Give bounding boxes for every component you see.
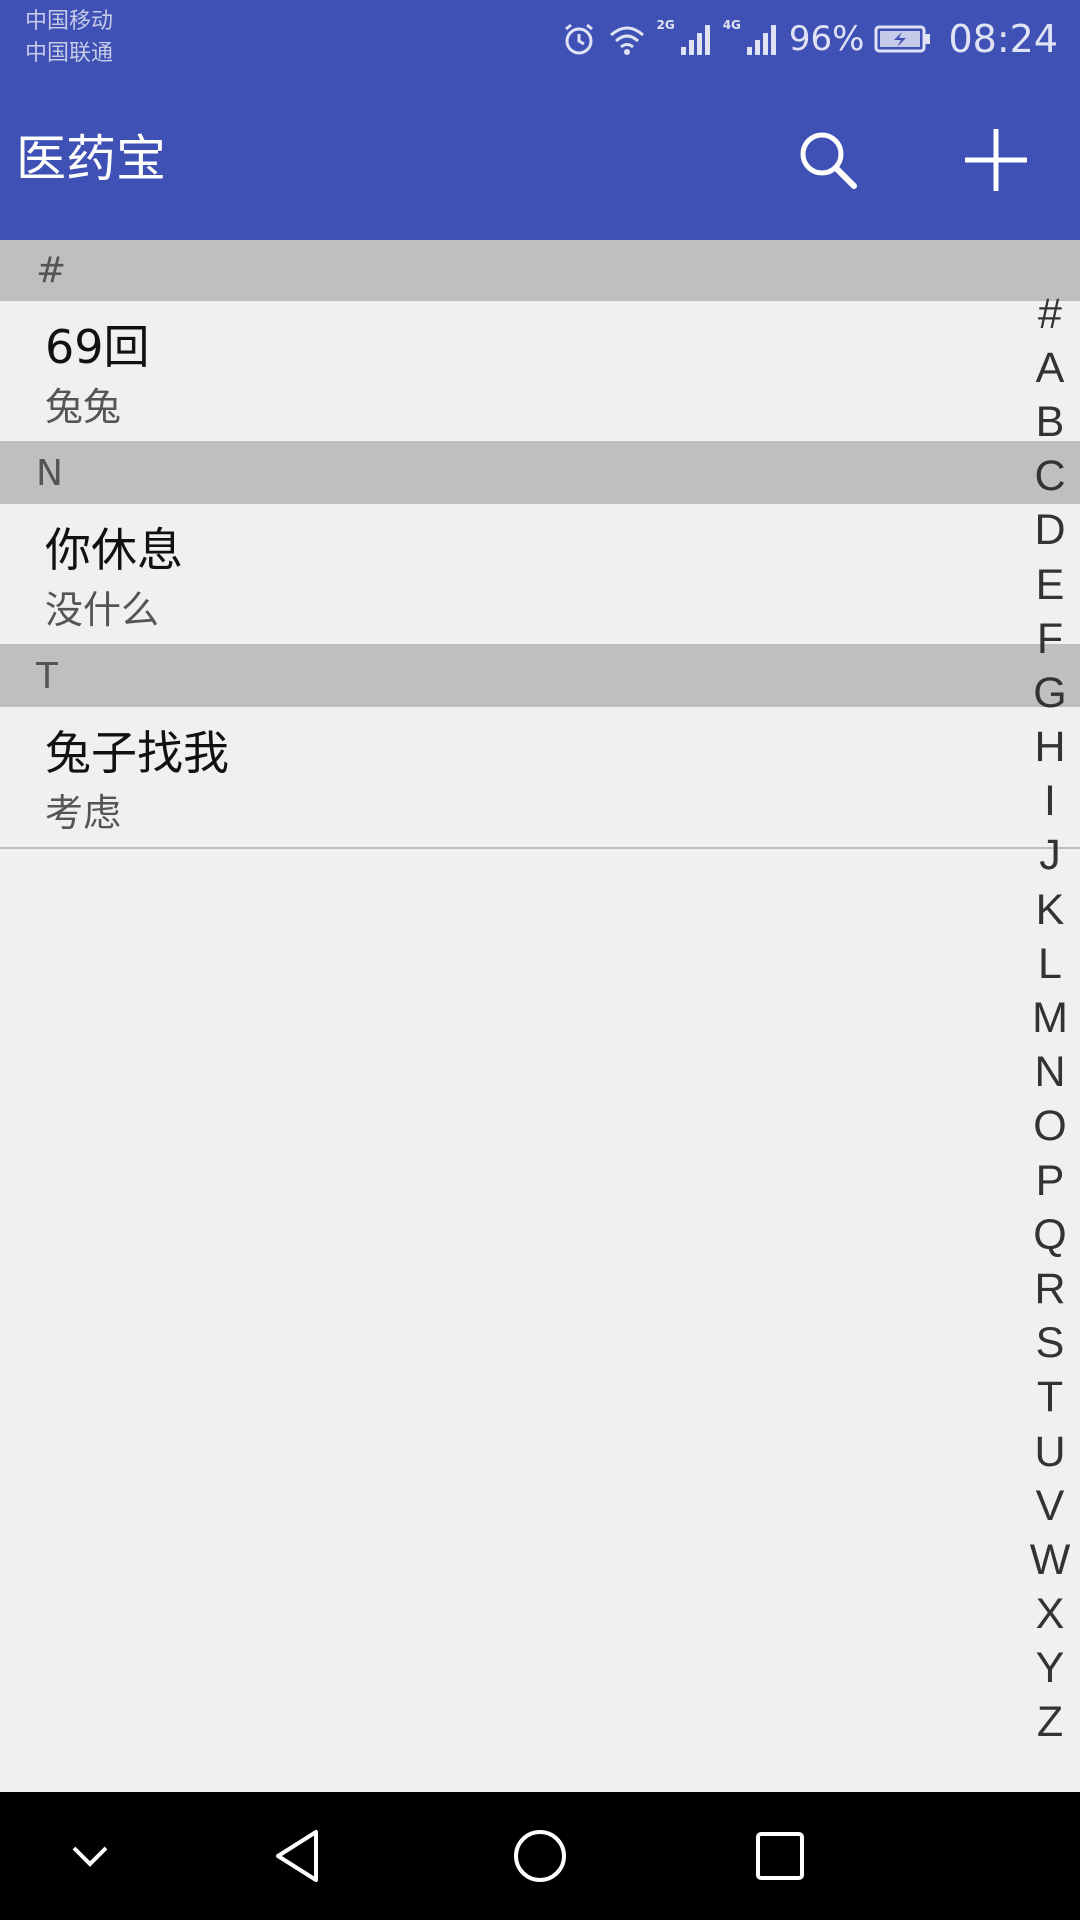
index-letter[interactable]: I bbox=[1028, 775, 1072, 829]
network-type-2g: 2G bbox=[656, 18, 675, 32]
index-letter[interactable]: J bbox=[1028, 829, 1072, 883]
list-item[interactable]: 你休息 没什么 bbox=[0, 504, 1080, 646]
item-title: 兔子找我 bbox=[45, 726, 229, 780]
index-letter[interactable]: V bbox=[1028, 1479, 1072, 1533]
index-letter[interactable]: A bbox=[1028, 341, 1072, 395]
index-letter[interactable]: # bbox=[1028, 287, 1072, 341]
index-letter[interactable]: D bbox=[1028, 504, 1072, 558]
list-item[interactable]: 69回 兔兔 bbox=[0, 301, 1080, 443]
status-bar: 中国移动 中国联通 2G 4G 96% 08:24 bbox=[0, 0, 1080, 80]
section-header: T bbox=[0, 646, 1080, 707]
index-letter[interactable]: H bbox=[1028, 721, 1072, 775]
item-subtitle: 没什么 bbox=[45, 588, 160, 632]
index-letter[interactable]: F bbox=[1028, 612, 1072, 666]
item-subtitle: 兔兔 bbox=[45, 385, 122, 429]
app-title: 医药宝 bbox=[16, 130, 166, 188]
search-icon bbox=[800, 132, 857, 189]
index-letter[interactable]: Z bbox=[1028, 1696, 1072, 1750]
hide-nav-button[interactable] bbox=[50, 1816, 130, 1896]
add-icon bbox=[965, 129, 1027, 191]
list-item[interactable]: 兔子找我 考虑 bbox=[0, 707, 1080, 849]
item-title: 69回 bbox=[45, 320, 150, 374]
carrier-label-2: 中国联通 bbox=[25, 41, 114, 66]
back-icon bbox=[276, 1830, 318, 1882]
battery-charging-icon bbox=[874, 24, 932, 54]
navigation-bar bbox=[0, 1792, 1080, 1920]
index-letter[interactable]: C bbox=[1028, 450, 1072, 504]
index-letter[interactable]: B bbox=[1028, 395, 1072, 449]
index-letter[interactable]: S bbox=[1028, 1317, 1072, 1371]
battery-percent: 96% bbox=[788, 19, 865, 59]
index-letter[interactable]: L bbox=[1028, 937, 1072, 991]
index-letter[interactable]: R bbox=[1028, 1262, 1072, 1316]
wifi-icon bbox=[607, 21, 647, 57]
network-type-4g: 4G bbox=[722, 18, 741, 32]
section-header: N bbox=[0, 443, 1080, 504]
item-title: 你休息 bbox=[45, 523, 183, 577]
index-letter[interactable]: E bbox=[1028, 558, 1072, 612]
index-letter[interactable]: K bbox=[1028, 883, 1072, 937]
search-button[interactable] bbox=[788, 120, 868, 200]
alarm-icon bbox=[561, 21, 597, 57]
index-letter[interactable]: P bbox=[1028, 1154, 1072, 1208]
index-letter[interactable]: N bbox=[1028, 1046, 1072, 1100]
back-button[interactable] bbox=[258, 1816, 338, 1896]
index-letter[interactable]: X bbox=[1028, 1588, 1072, 1642]
index-letter[interactable]: M bbox=[1028, 991, 1072, 1045]
index-letter[interactable]: W bbox=[1028, 1533, 1072, 1587]
index-letter[interactable]: T bbox=[1028, 1371, 1072, 1425]
index-letter[interactable]: Q bbox=[1028, 1208, 1072, 1262]
index-letter[interactable]: O bbox=[1028, 1100, 1072, 1154]
carrier-labels: 中国移动 中国联通 bbox=[25, 6, 113, 70]
signal-icon bbox=[745, 21, 779, 57]
carrier-label-1: 中国移动 bbox=[25, 9, 114, 34]
item-subtitle: 考虑 bbox=[45, 791, 122, 835]
section-header: # bbox=[0, 240, 1080, 301]
signal-icon bbox=[679, 21, 713, 57]
recents-button[interactable] bbox=[740, 1816, 820, 1896]
clock: 08:24 bbox=[948, 17, 1058, 61]
chevron-down-icon bbox=[72, 1846, 108, 1867]
contact-list: # 69回 兔兔 N 你休息 没什么 T 兔子找我 考虑 bbox=[0, 240, 1080, 849]
home-button[interactable] bbox=[500, 1816, 580, 1896]
home-icon bbox=[514, 1830, 566, 1882]
app-bar: 医药宝 bbox=[0, 80, 1080, 240]
recents-icon bbox=[756, 1832, 804, 1880]
add-button[interactable] bbox=[956, 120, 1036, 200]
alphabet-index-bar[interactable]: # A B C D E F G H I J K L M N O P Q R S T U V W X Y Z bbox=[1028, 287, 1072, 1750]
status-icons: 2G 4G 96% 08:24 bbox=[561, 14, 1058, 64]
index-letter[interactable]: G bbox=[1028, 666, 1072, 720]
index-letter[interactable]: Y bbox=[1028, 1642, 1072, 1696]
index-letter[interactable]: U bbox=[1028, 1425, 1072, 1479]
